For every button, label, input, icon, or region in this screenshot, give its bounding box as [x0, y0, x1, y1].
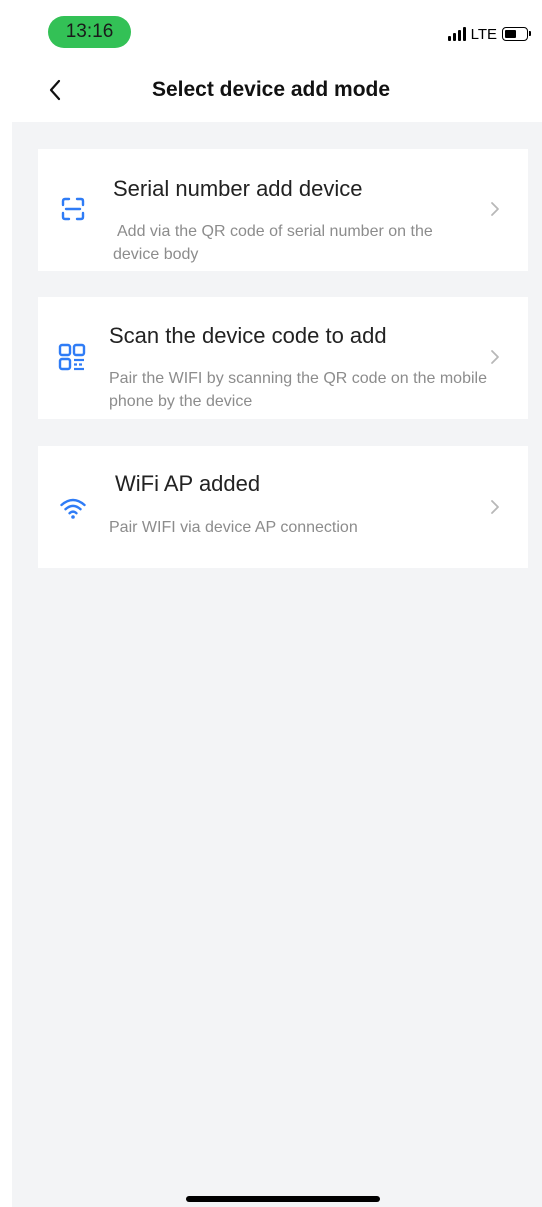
option-scan-device-code[interactable]: Scan the device code to add Pair the WIF… — [38, 297, 528, 419]
option-description: Pair the WIFI by scanning the QR code on… — [109, 370, 487, 410]
chevron-right-icon — [488, 347, 502, 367]
status-indicators: LTE — [447, 24, 531, 44]
battery-icon — [502, 27, 531, 41]
scan-frame-icon — [58, 194, 88, 224]
status-time: 13:16 — [48, 16, 131, 48]
option-title: Serial number add device — [113, 176, 363, 201]
chevron-right-icon — [488, 199, 502, 219]
option-wifi-ap[interactable]: WiFi AP added Pair WIFI via device AP co… — [38, 446, 528, 568]
option-title: Scan the device code to add — [109, 323, 387, 348]
page-title: Select device add mode — [151, 78, 391, 101]
nav-bar: Select device add mode — [0, 60, 542, 120]
qr-code-icon — [57, 342, 87, 372]
option-serial-number[interactable]: Serial number add device Add via the QR … — [38, 149, 528, 271]
option-description: Pair WIFI via device AP connection — [109, 519, 358, 536]
content-area: Serial number add device Add via the QR … — [12, 122, 542, 1207]
network-type: LTE — [470, 25, 497, 43]
cellular-signal-icon — [447, 27, 466, 41]
wifi-icon — [58, 493, 88, 523]
status-bar: 13:16 LTE — [0, 0, 542, 56]
home-indicator[interactable] — [186, 1196, 380, 1202]
chevron-right-icon — [488, 497, 502, 517]
option-title: WiFi AP added — [115, 471, 261, 496]
screen: 13:16 LTE Select device add mode Serial … — [0, 0, 542, 1207]
option-description: Add via the QR code of serial number on … — [113, 223, 433, 263]
